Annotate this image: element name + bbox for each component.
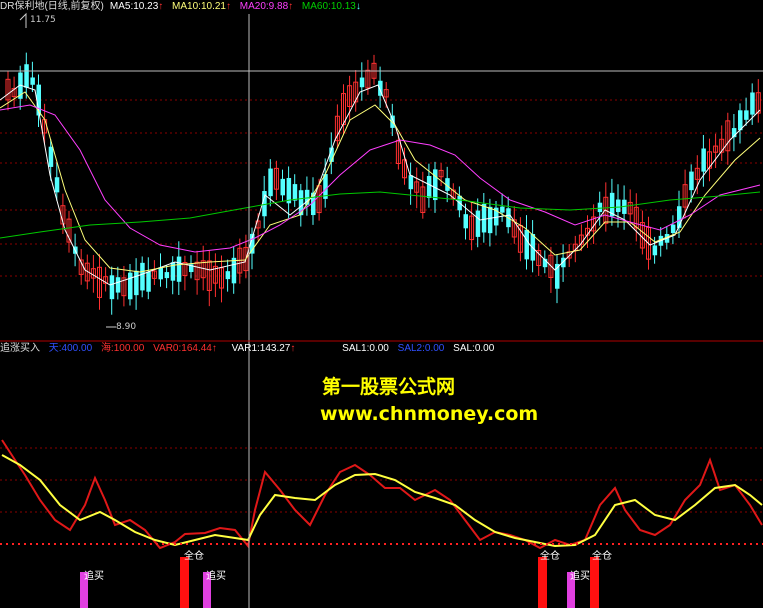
candle-body <box>744 110 749 120</box>
candle-body <box>463 214 468 229</box>
arrow-up-icon: ↑ <box>225 1 231 12</box>
candle-body <box>109 275 115 300</box>
candle-body <box>115 277 121 293</box>
sal-value: SAL:0.00 <box>453 343 495 354</box>
arrow-up-icon: ↑ <box>288 1 294 12</box>
candle-body <box>524 229 529 260</box>
var1-value: VAR1:143.27 <box>231 343 291 354</box>
indicator-lines <box>1 439 763 550</box>
candle-body <box>176 256 182 282</box>
signal-bar <box>590 557 599 608</box>
candle-body <box>359 77 365 88</box>
candle-body <box>701 148 706 172</box>
grid-lines <box>0 99 763 513</box>
candle-body <box>48 146 54 167</box>
candle-body <box>280 178 285 196</box>
signal-bars <box>80 557 599 608</box>
candle-body <box>616 199 621 213</box>
arrow-up-icon: ↑ <box>211 343 217 354</box>
candle-body <box>738 110 743 131</box>
candle-body <box>750 92 755 115</box>
low-price-label: 8.90 <box>116 322 137 332</box>
ma60-value: MA60:10.13 <box>301 1 356 12</box>
high-marker-arrow <box>19 12 27 28</box>
watermark-title: 第一股票公式网 <box>322 376 456 398</box>
arrow-up-icon: ↑ <box>158 1 164 12</box>
candle-body <box>597 202 603 213</box>
candle-body <box>670 224 676 234</box>
chart-canvas <box>0 12 763 608</box>
sky-value: 天:400.00 <box>48 343 93 354</box>
signal-label-chase: 追买 <box>206 571 226 582</box>
signal-label-full: 全仓 <box>592 551 612 562</box>
candle-body <box>134 270 139 296</box>
stock-title: DR保利地(日线,前复权) <box>0 1 104 12</box>
ma10-value: MA10:10.21 <box>172 1 226 12</box>
candle-body <box>158 267 163 280</box>
ma5-value: MA5:10.23 <box>109 1 159 12</box>
candle-body <box>30 77 35 85</box>
high-price-label: 11.75 <box>30 15 56 25</box>
candle-body <box>426 176 432 199</box>
candle-body <box>475 210 481 237</box>
candle-body <box>146 271 151 292</box>
candle-body <box>689 171 694 191</box>
watermark-url: www.chnmoney.com <box>320 403 539 425</box>
signal-label-full: 全仓 <box>184 551 204 562</box>
candle-body <box>225 271 231 280</box>
candle-body <box>433 169 438 201</box>
arrow-up-icon: ↑ <box>290 343 296 354</box>
sal1-value: SAL1:0.00 <box>342 343 389 354</box>
candle-body <box>292 184 298 201</box>
candle-body <box>487 206 493 234</box>
ma20-value: MA20:9.88 <box>239 1 289 12</box>
signal-label-chase: 追买 <box>84 571 104 582</box>
signal-bar <box>180 557 189 608</box>
price-panel-header: DR保利地(日线,前复权) MA5:10.23↑ MA10:10.21↑ MA20… <box>0 0 367 14</box>
arrow-down-icon: ↓ <box>355 1 361 12</box>
var0-value: VAR0:164.44 <box>153 343 212 354</box>
indicator-name: 追涨买入 <box>0 343 40 354</box>
candle-body <box>561 257 566 268</box>
candle-body <box>128 272 133 300</box>
candle-body <box>481 203 487 233</box>
candle-body <box>140 262 145 291</box>
signal-bar <box>538 557 547 608</box>
sea-value: 海:100.00 <box>100 343 145 354</box>
signal-label-full: 全仓 <box>540 551 560 562</box>
indicator-panel-header: 追涨买入 天:400.00 海:100.00 VAR0:164.44↑ VAR1… <box>0 342 500 356</box>
candle-body <box>24 64 29 88</box>
candle-body <box>652 245 658 256</box>
indicator-red-line <box>1 439 763 550</box>
candle-body <box>231 257 237 284</box>
candle-body <box>268 168 273 197</box>
sal2-value: SAL2:0.00 <box>397 343 445 354</box>
candle-body <box>54 177 60 193</box>
candle-body <box>500 206 505 213</box>
candlesticks <box>5 52 761 315</box>
candle-body <box>408 175 414 190</box>
candle-body <box>164 272 170 279</box>
signal-label-chase: 追买 <box>570 571 590 582</box>
